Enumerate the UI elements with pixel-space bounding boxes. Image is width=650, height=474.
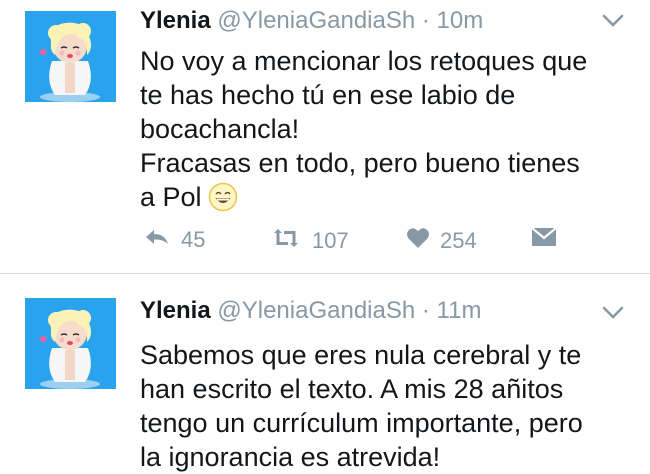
tweet-actions: 45 107 254 bbox=[143, 227, 650, 257]
direct-message-button[interactable] bbox=[531, 227, 557, 253]
tweet-header: Ylenia @YleniaGandiaSh · 10m bbox=[140, 6, 483, 36]
chevron-down-icon[interactable] bbox=[602, 306, 624, 325]
like-button[interactable]: 254 bbox=[406, 227, 477, 255]
tweet-text-line: la ignorancia es atrevida! bbox=[140, 442, 441, 472]
heart-icon bbox=[406, 227, 430, 255]
tweet-text-line: tengo un currículum importante, pero bbox=[140, 408, 583, 438]
user-handle[interactable]: @YleniaGandiaSh bbox=[217, 297, 415, 324]
separator-dot: · bbox=[421, 297, 430, 324]
retweet-button[interactable]: 107 bbox=[270, 227, 349, 255]
tweet-text-line: No voy a mencionar los retoques que bbox=[140, 46, 588, 76]
grinning-face-emoji-icon bbox=[208, 182, 237, 212]
tweet-text: Sabemos que eres nula cerebral y te han … bbox=[140, 338, 640, 474]
marilyn-avatar-icon bbox=[25, 11, 116, 102]
retweet-count: 107 bbox=[312, 228, 349, 253]
tweet-text-line: han escrito el texto. A mis 28 añitos bbox=[140, 374, 564, 404]
display-name[interactable]: Ylenia bbox=[140, 297, 211, 324]
tweet-text-line: te has hecho tú en ese labio de bbox=[140, 80, 516, 110]
tweet-text-line: Fracasas en todo, pero bueno tienes bbox=[140, 148, 580, 178]
tweet-text-line: Sabemos que eres nula cerebral y te bbox=[140, 340, 582, 370]
tweet-header: Ylenia @YleniaGandiaSh · 11m bbox=[140, 296, 481, 326]
tweet-text-line: bocachancla! bbox=[140, 114, 300, 144]
direct-message-icon bbox=[531, 227, 557, 253]
reply-button[interactable]: 45 bbox=[143, 227, 205, 253]
chevron-down-icon[interactable] bbox=[602, 14, 624, 33]
separator-dot: · bbox=[421, 7, 430, 34]
avatar[interactable] bbox=[25, 11, 116, 102]
tweet[interactable]: Ylenia @YleniaGandiaSh · 10m No voy a me… bbox=[0, 0, 650, 274]
reply-icon bbox=[143, 227, 171, 253]
like-count: 254 bbox=[440, 228, 477, 253]
avatar[interactable] bbox=[25, 298, 116, 389]
reply-count: 45 bbox=[181, 227, 206, 252]
tweet-text: No voy a mencionar los retoques que te h… bbox=[140, 44, 640, 214]
retweet-icon bbox=[270, 227, 302, 255]
tweet-text-line-last: a Pol bbox=[140, 180, 640, 214]
user-handle[interactable]: @YleniaGandiaSh bbox=[217, 7, 415, 34]
display-name[interactable]: Ylenia bbox=[140, 7, 211, 34]
timestamp[interactable]: 10m bbox=[437, 7, 484, 34]
timestamp[interactable]: 11m bbox=[437, 297, 482, 324]
tweet-text-fragment: a Pol bbox=[140, 182, 202, 212]
marilyn-avatar-icon bbox=[25, 298, 116, 389]
